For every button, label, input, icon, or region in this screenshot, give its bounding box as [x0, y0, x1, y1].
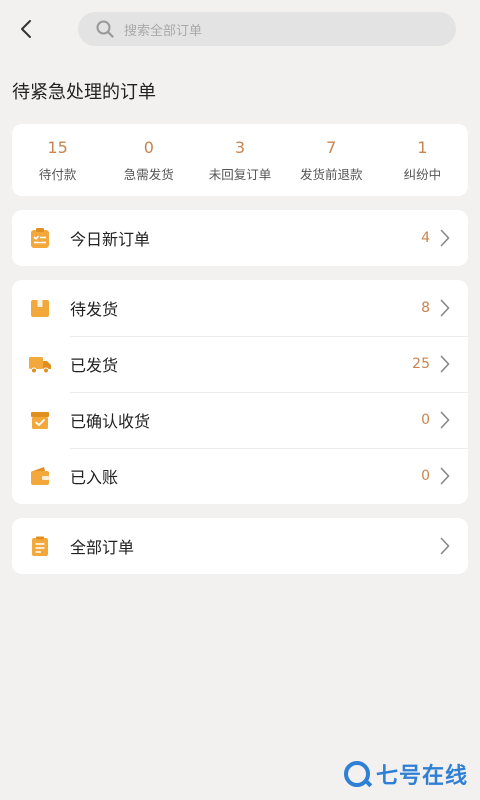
row-count: 25	[412, 356, 430, 372]
stat-value: 15	[47, 137, 68, 157]
box-icon	[28, 296, 52, 320]
section-title: 待紧急处理的订单	[12, 82, 156, 103]
row-label: 待发货	[70, 300, 119, 319]
list-icon	[28, 534, 52, 558]
today-orders-card: 今日新订单 4	[12, 210, 468, 266]
row-count: 0	[421, 468, 430, 484]
stat-value: 0	[143, 137, 154, 157]
search-icon	[96, 20, 114, 38]
top-bar: 搜索全部订单	[0, 0, 480, 58]
row-count: 8	[421, 300, 430, 316]
all-orders-row[interactable]: 全部订单	[12, 518, 468, 574]
stat-value: 7	[326, 137, 337, 157]
back-arrow-icon	[21, 20, 31, 38]
row-label: 全部订单	[70, 538, 135, 557]
logo-icon	[343, 761, 370, 787]
row-label: 已确认收货	[70, 412, 151, 431]
stat-disputes[interactable]: 1 纠纷中	[377, 138, 468, 183]
chevron-right-icon	[440, 228, 452, 248]
row-label: 已发货	[70, 356, 119, 375]
shipped-row[interactable]: 已发货 25	[12, 336, 468, 392]
clipboard-check-icon	[28, 226, 52, 250]
truck-icon	[28, 352, 52, 376]
search-placeholder: 搜索全部订单	[124, 23, 203, 39]
stat-unreplied[interactable]: 3 未回复订单	[194, 138, 285, 183]
stat-label: 纠纷中	[403, 166, 442, 182]
pending-shipment-row[interactable]: 待发货 8	[12, 280, 468, 336]
chevron-right-icon	[440, 298, 452, 318]
row-count: 4	[421, 230, 430, 246]
stat-refund-before-shipping[interactable]: 7 发货前退款	[286, 138, 377, 183]
stat-pending-payment[interactable]: 15 待付款	[12, 138, 103, 183]
stat-label: 待付款	[38, 166, 77, 182]
stat-label: 急需发货	[123, 166, 174, 182]
chevron-right-icon	[440, 536, 452, 556]
received-box-icon	[28, 408, 52, 432]
wallet-icon	[28, 464, 52, 488]
chevron-right-icon	[440, 354, 452, 374]
row-label: 今日新订单	[70, 230, 151, 249]
stat-value: 1	[417, 137, 428, 157]
stat-urgent-shipping[interactable]: 0 急需发货	[103, 138, 194, 183]
confirmed-received-row[interactable]: 已确认收货 0	[12, 392, 468, 448]
credited-row[interactable]: 已入账 0	[12, 448, 468, 504]
urgent-stats-card: 15 待付款 0 急需发货 3 未回复订单 7 发货前退款 1 纠纷中	[12, 124, 468, 196]
watermark: 七号在线	[343, 758, 468, 790]
chevron-right-icon	[440, 410, 452, 430]
stat-label: 发货前退款	[299, 166, 363, 182]
order-status-card: 待发货 8 已发货 25 已确认收货 0 已入账 0	[12, 280, 468, 504]
all-orders-card: 全部订单	[12, 518, 468, 574]
row-count: 0	[421, 412, 430, 428]
row-label: 已入账	[70, 468, 119, 487]
stat-label: 未回复订单	[208, 166, 272, 182]
today-new-orders-row[interactable]: 今日新订单 4	[12, 210, 468, 266]
search-input[interactable]: 搜索全部订单	[78, 12, 456, 46]
watermark-text: 七号在线	[375, 764, 468, 789]
back-button[interactable]	[12, 9, 40, 49]
stat-value: 3	[234, 137, 246, 157]
chevron-right-icon	[440, 466, 452, 486]
